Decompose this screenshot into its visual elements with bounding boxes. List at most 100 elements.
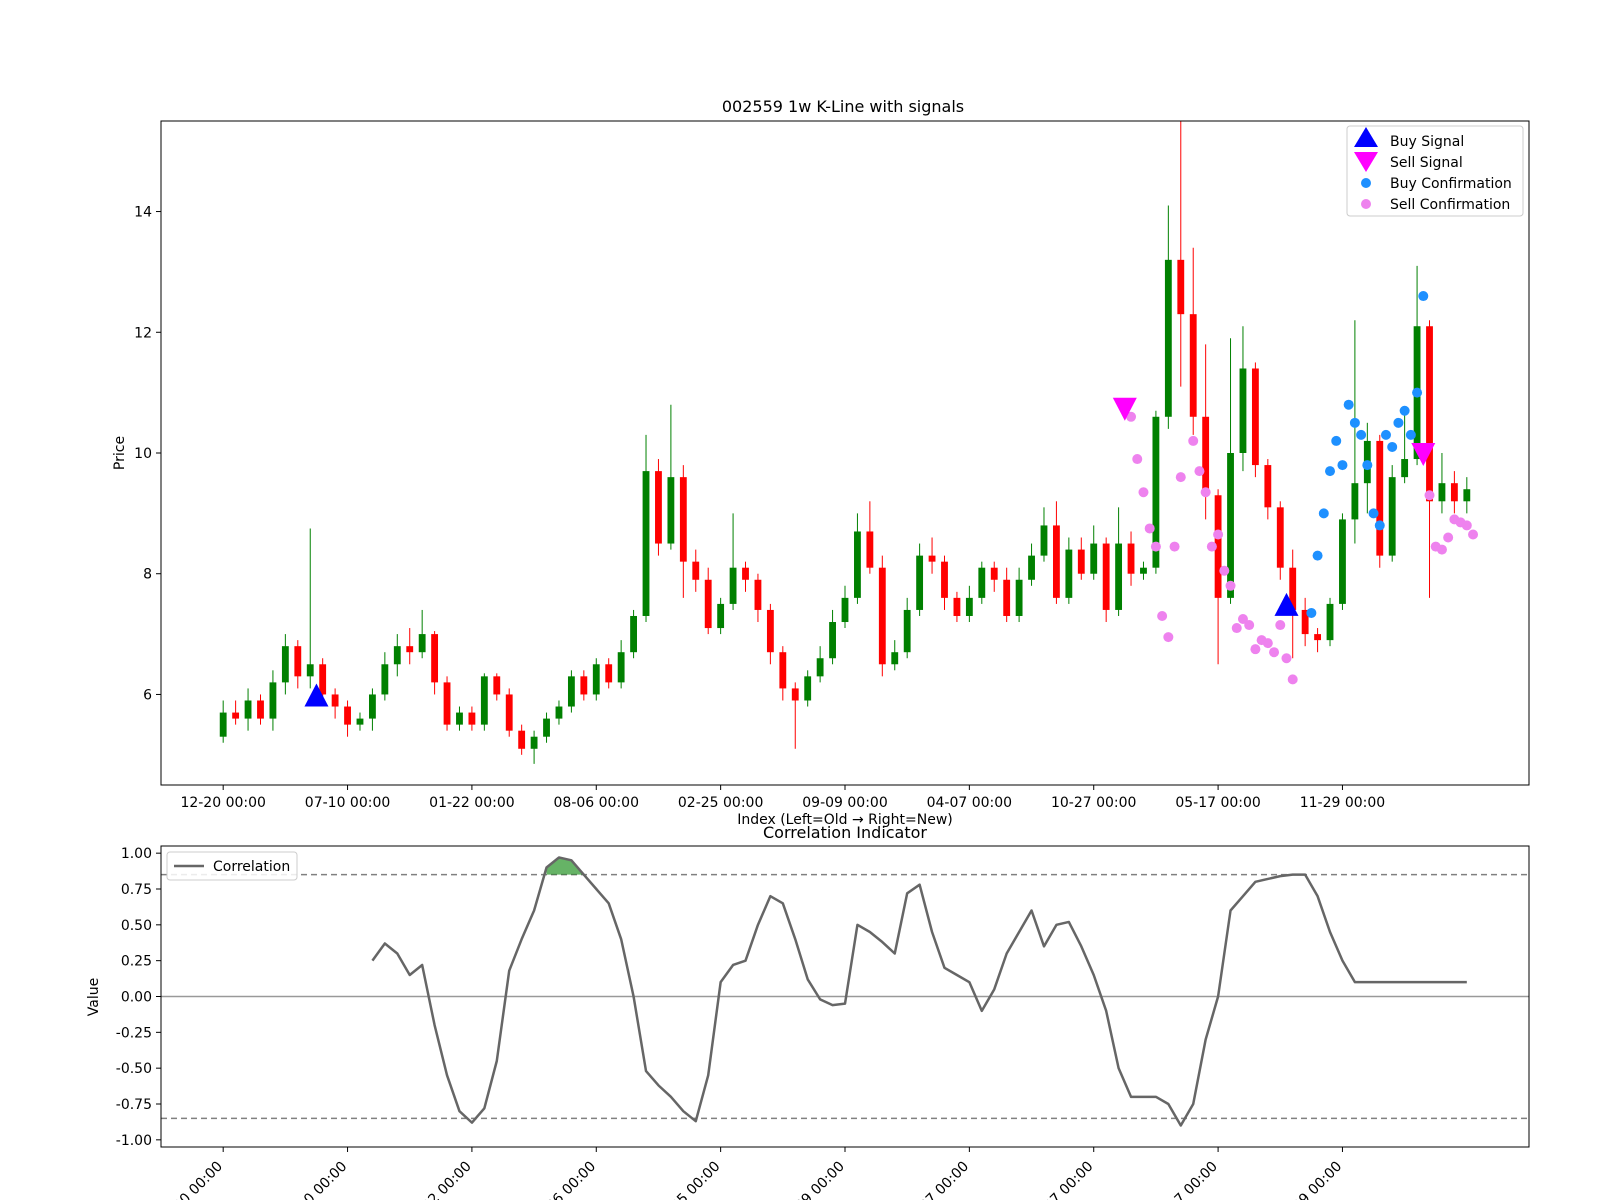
candle-body	[1102, 543, 1110, 610]
candle-body	[965, 597, 973, 616]
top-plot-frame	[160, 120, 1530, 786]
candle-body	[1090, 543, 1098, 574]
buy-confirmation-point	[1368, 508, 1379, 519]
candle-body	[1276, 507, 1284, 568]
buy-confirmation-point	[1393, 417, 1404, 428]
buy-confirmation-point	[1318, 508, 1329, 519]
candle-body	[1140, 567, 1147, 574]
candle-body	[1251, 368, 1259, 466]
bottom-ytick-label: 0.00	[121, 990, 152, 1006]
candle-body	[505, 694, 513, 731]
candle-body	[306, 664, 314, 677]
legend-label: Buy Confirmation	[1390, 176, 1512, 192]
candle-body	[480, 676, 488, 725]
candle-body	[530, 736, 538, 749]
bottom-xtick-label: 11-29 00:00	[1274, 1159, 1346, 1200]
candle-body	[493, 676, 501, 695]
sell-confirmation-point	[1219, 565, 1230, 576]
sell-confirmation-point	[1436, 544, 1447, 555]
sell-confirmation-point	[1213, 529, 1224, 540]
top-xtick-label: 01-22 00:00	[429, 795, 514, 811]
top-xtick-label: 11-29 00:00	[1300, 795, 1385, 811]
candle-body	[418, 634, 426, 653]
sell-confirmation-point	[1443, 532, 1454, 543]
bottom-ytick-label: 0.50	[121, 918, 152, 934]
sell-confirmation-point	[1188, 435, 1199, 446]
buy-confirmation-point	[1356, 429, 1367, 440]
buy-confirmation-point	[1349, 417, 1360, 428]
candle-body	[1227, 453, 1234, 598]
candle-body	[1314, 634, 1322, 641]
top-xtick-label: 08-06 00:00	[554, 795, 639, 811]
bottom-xtick-label: 02-25 00:00	[652, 1159, 724, 1200]
candle-body	[1028, 555, 1035, 580]
sell-confirmation-point	[1225, 580, 1236, 591]
candle-body	[953, 597, 961, 616]
top-xtick-label: 04-07 00:00	[927, 795, 1012, 811]
legend-confirmation-marker	[1361, 199, 1371, 209]
top-ytick-label: 14	[134, 205, 152, 221]
sell-confirmation-point	[1262, 638, 1273, 649]
candle-body	[1040, 525, 1048, 556]
sell-confirmation-point	[1200, 487, 1211, 498]
sell-confirmation-point	[1144, 523, 1155, 534]
candle-body	[244, 700, 252, 719]
candle-body	[854, 531, 861, 598]
bottom-xtick-label: 01-22 00:00	[403, 1159, 475, 1200]
candle-body	[468, 712, 476, 725]
candle-body	[1426, 326, 1433, 502]
candle-body	[406, 646, 414, 653]
legend-correlation-label: Correlation	[213, 859, 290, 875]
sell-confirmation-point	[1250, 644, 1261, 655]
top-ytick-label: 6	[143, 687, 152, 703]
candle-body	[393, 646, 401, 665]
sell-confirmation-point	[1269, 647, 1280, 658]
sell-confirmation-point	[1138, 487, 1149, 498]
bottom-xtick-label: 04-07 00:00	[900, 1159, 972, 1200]
candle-body	[1202, 416, 1210, 496]
top-xtick-label: 12-20 00:00	[180, 795, 265, 811]
bottom-ytick-label: 0.75	[121, 882, 152, 898]
buy-confirmation-point	[1399, 405, 1410, 416]
top-ytick-label: 12	[134, 325, 152, 341]
top-xtick-label: 02-25 00:00	[678, 795, 763, 811]
candle-body	[368, 694, 376, 719]
candle-body	[617, 652, 625, 683]
candle-body	[1127, 543, 1135, 574]
candle-body	[866, 531, 874, 568]
bottom-chart-title: Correlation Indicator	[763, 823, 927, 842]
buy-confirmation-point	[1387, 441, 1398, 452]
candle-body	[1003, 579, 1011, 616]
candle-body	[766, 609, 774, 653]
candle-body	[431, 634, 439, 683]
candle-body	[1015, 579, 1023, 616]
top-xtick-label: 10-27 00:00	[1051, 795, 1136, 811]
candle-body	[356, 718, 364, 725]
buy-confirmation-point	[1374, 520, 1385, 531]
candle-body	[1388, 477, 1396, 556]
chart-canvas: 002559 1w K-Line with signals 6 8 10 12 14 12…	[86, 97, 1530, 1204]
candle-body	[829, 622, 836, 659]
sell-confirmation-point	[1468, 529, 1479, 540]
bottom-ytick-label: -0.50	[116, 1061, 152, 1077]
bottom-legend: Correlation	[166, 851, 298, 881]
sell-confirmation-point	[1175, 472, 1186, 483]
candle-body	[655, 471, 662, 544]
candle-body	[1239, 368, 1247, 453]
candle-body	[841, 597, 849, 623]
candle-body	[344, 706, 351, 725]
candle-body	[555, 706, 563, 719]
buy-confirmation-point	[1312, 550, 1323, 561]
candle-body	[219, 712, 227, 737]
candle-body	[443, 682, 451, 725]
candle-body	[456, 712, 463, 725]
top-xtick-label: 09-09 00:00	[802, 795, 887, 811]
candle-body	[630, 615, 638, 653]
candle-body	[580, 676, 588, 695]
candle-body	[1376, 440, 1384, 556]
top-ylabel: Price	[112, 436, 128, 470]
candle-body	[518, 730, 526, 749]
candle-body	[779, 652, 787, 689]
candle-body	[1450, 483, 1458, 502]
sell-confirmation-point	[1231, 623, 1242, 634]
